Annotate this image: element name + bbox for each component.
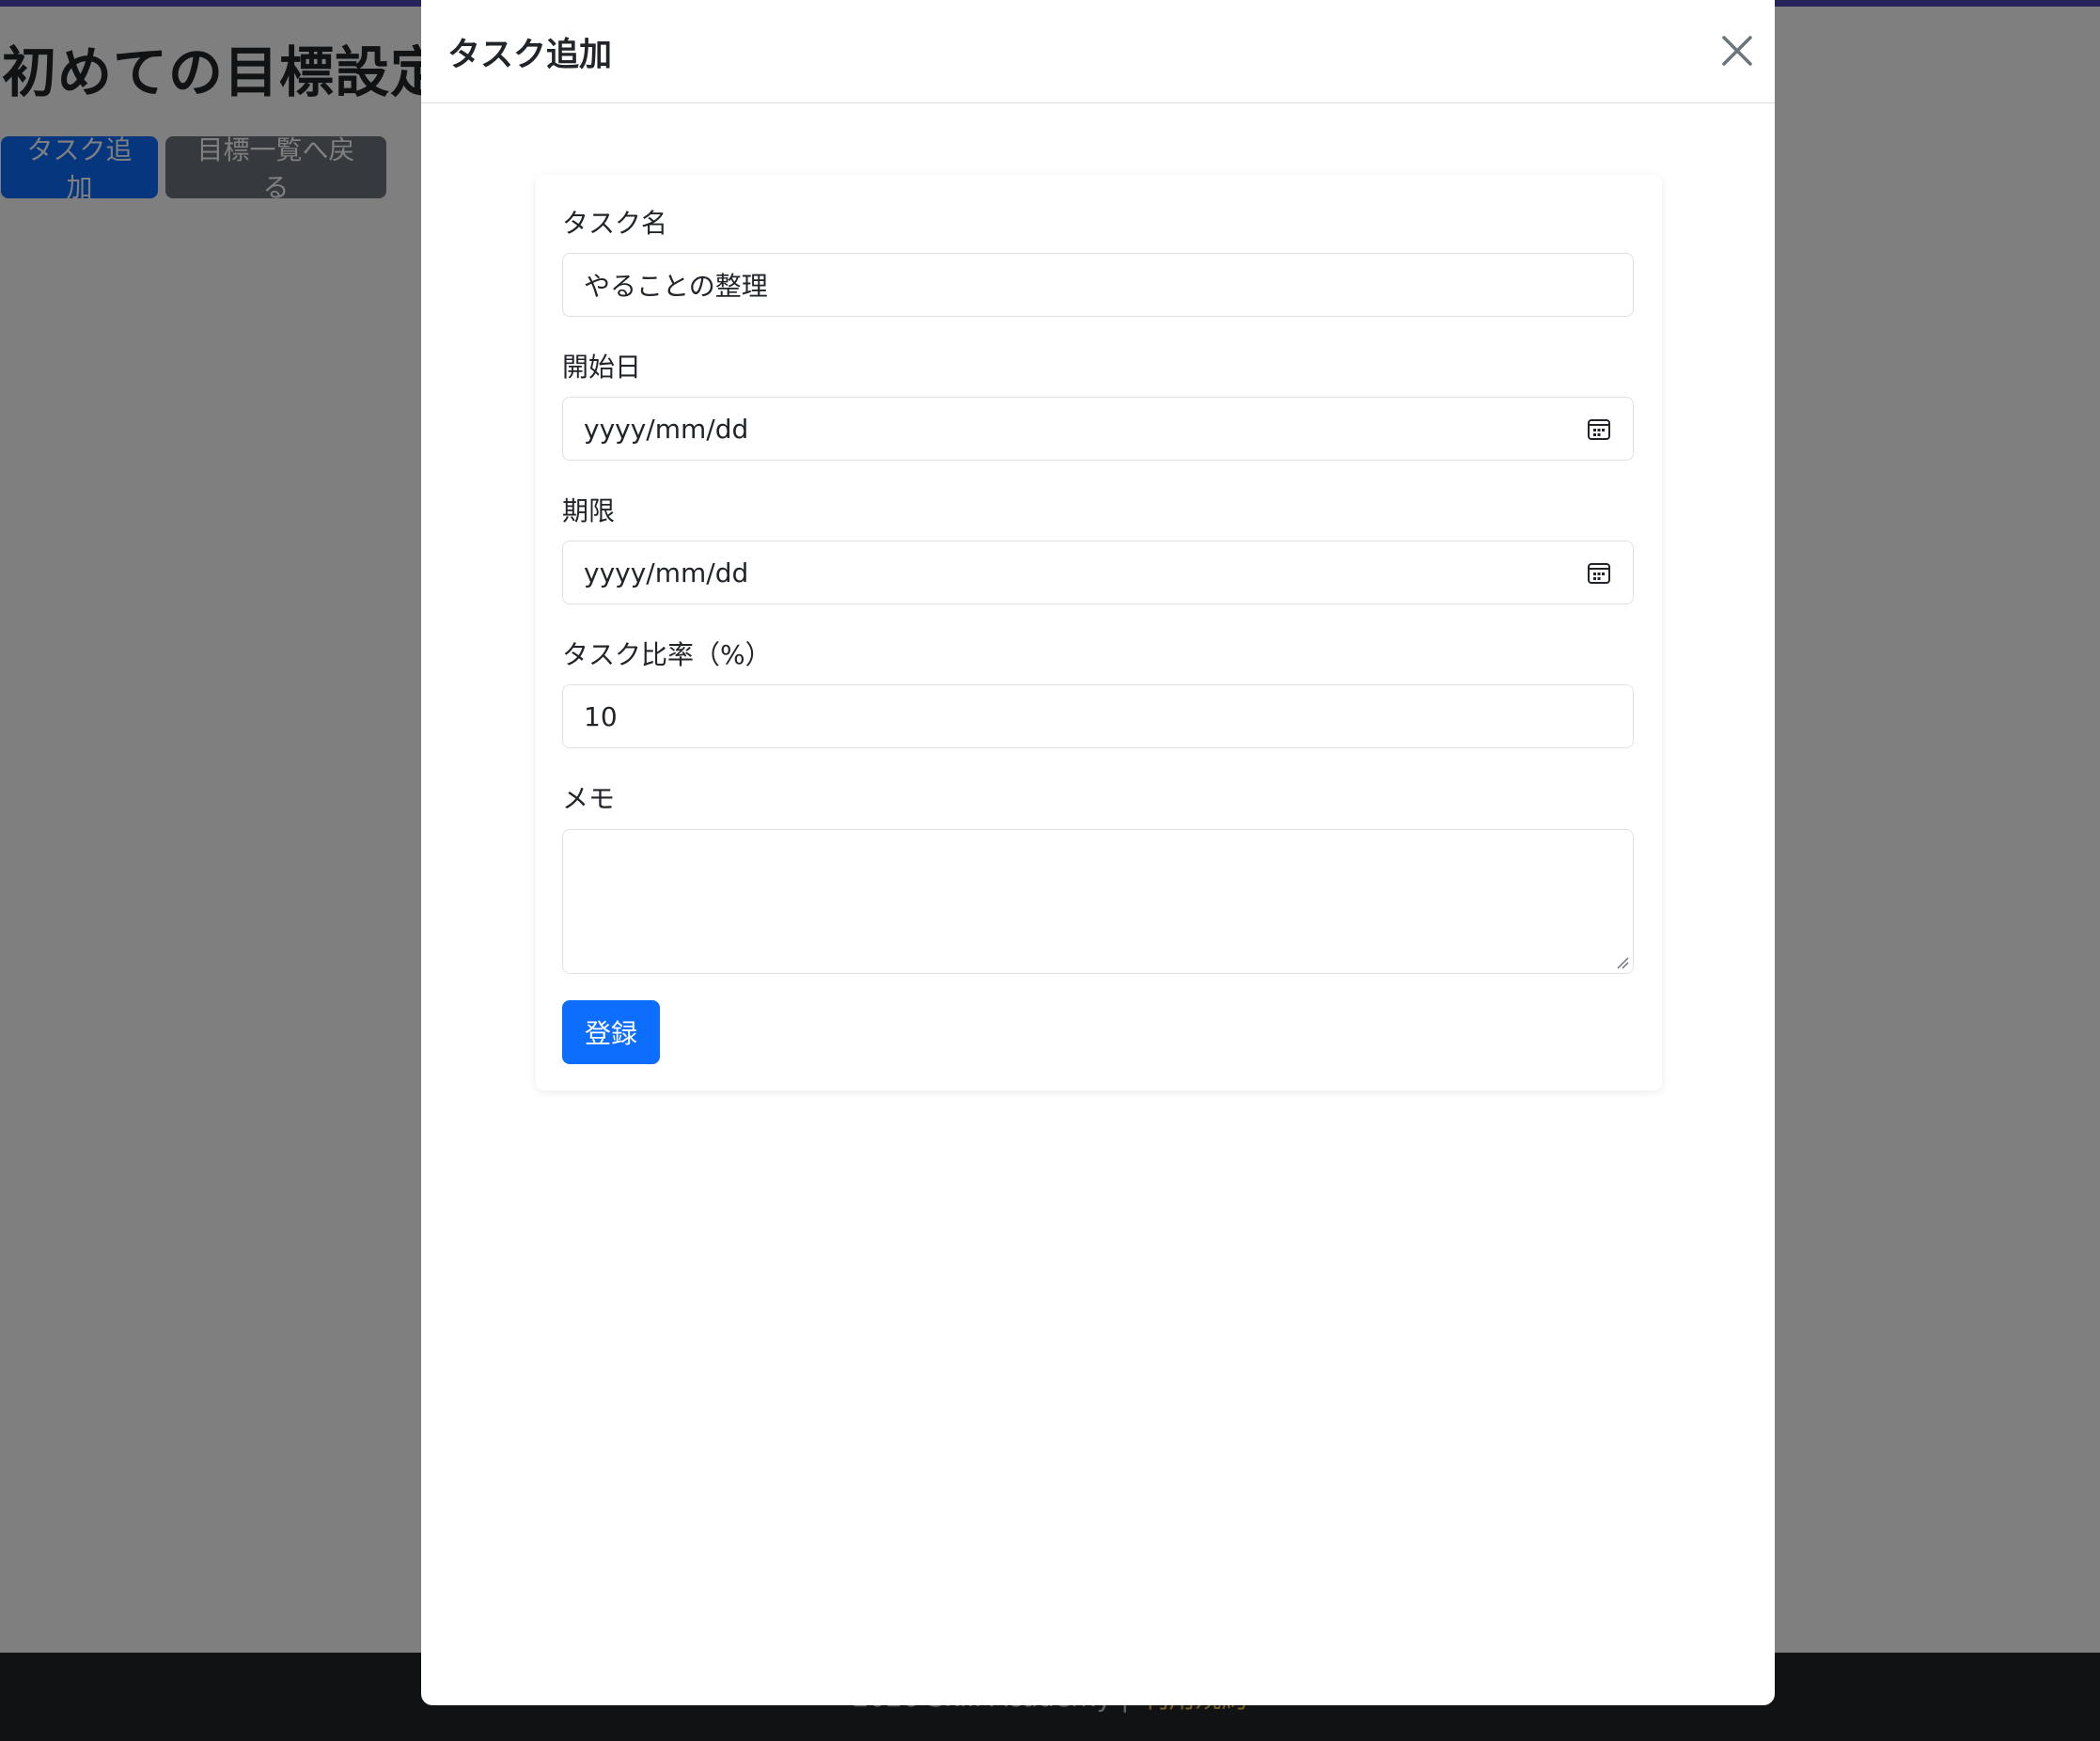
close-icon[interactable] [1715, 28, 1760, 73]
deadline-placeholder: yyyy/mm/dd [584, 557, 749, 588]
add-task-modal: タスク追加 タスク名 やることの整理 開始日 yyyy/mm/dd 期限 yyy… [421, 0, 1775, 1705]
ratio-input[interactable]: 10 [562, 684, 1634, 748]
calendar-icon[interactable] [1586, 559, 1612, 586]
task-name-label: タスク名 [562, 208, 668, 239]
task-name-value: やることの整理 [584, 271, 768, 302]
resize-handle-icon[interactable] [1616, 956, 1629, 969]
memo-textarea[interactable] [562, 829, 1634, 974]
deadline-label: 期限 [562, 495, 616, 526]
memo-label: メモ [562, 783, 616, 814]
task-name-input[interactable]: やることの整理 [562, 253, 1634, 317]
task-form-card: タスク名 やることの整理 開始日 yyyy/mm/dd 期限 yyyy/mm/d… [536, 175, 1662, 1090]
calendar-icon[interactable] [1586, 416, 1612, 442]
start-date-input[interactable]: yyyy/mm/dd [562, 397, 1634, 461]
modal-title: タスク追加 [447, 37, 613, 74]
deadline-input[interactable]: yyyy/mm/dd [562, 541, 1634, 604]
start-date-placeholder: yyyy/mm/dd [584, 413, 749, 445]
ratio-label: タスク比率（%） [562, 639, 772, 670]
submit-button[interactable]: 登録 [562, 1000, 660, 1064]
ratio-value: 10 [584, 700, 618, 732]
start-date-label: 開始日 [562, 352, 642, 383]
modal-header: タスク追加 [421, 0, 1775, 103]
